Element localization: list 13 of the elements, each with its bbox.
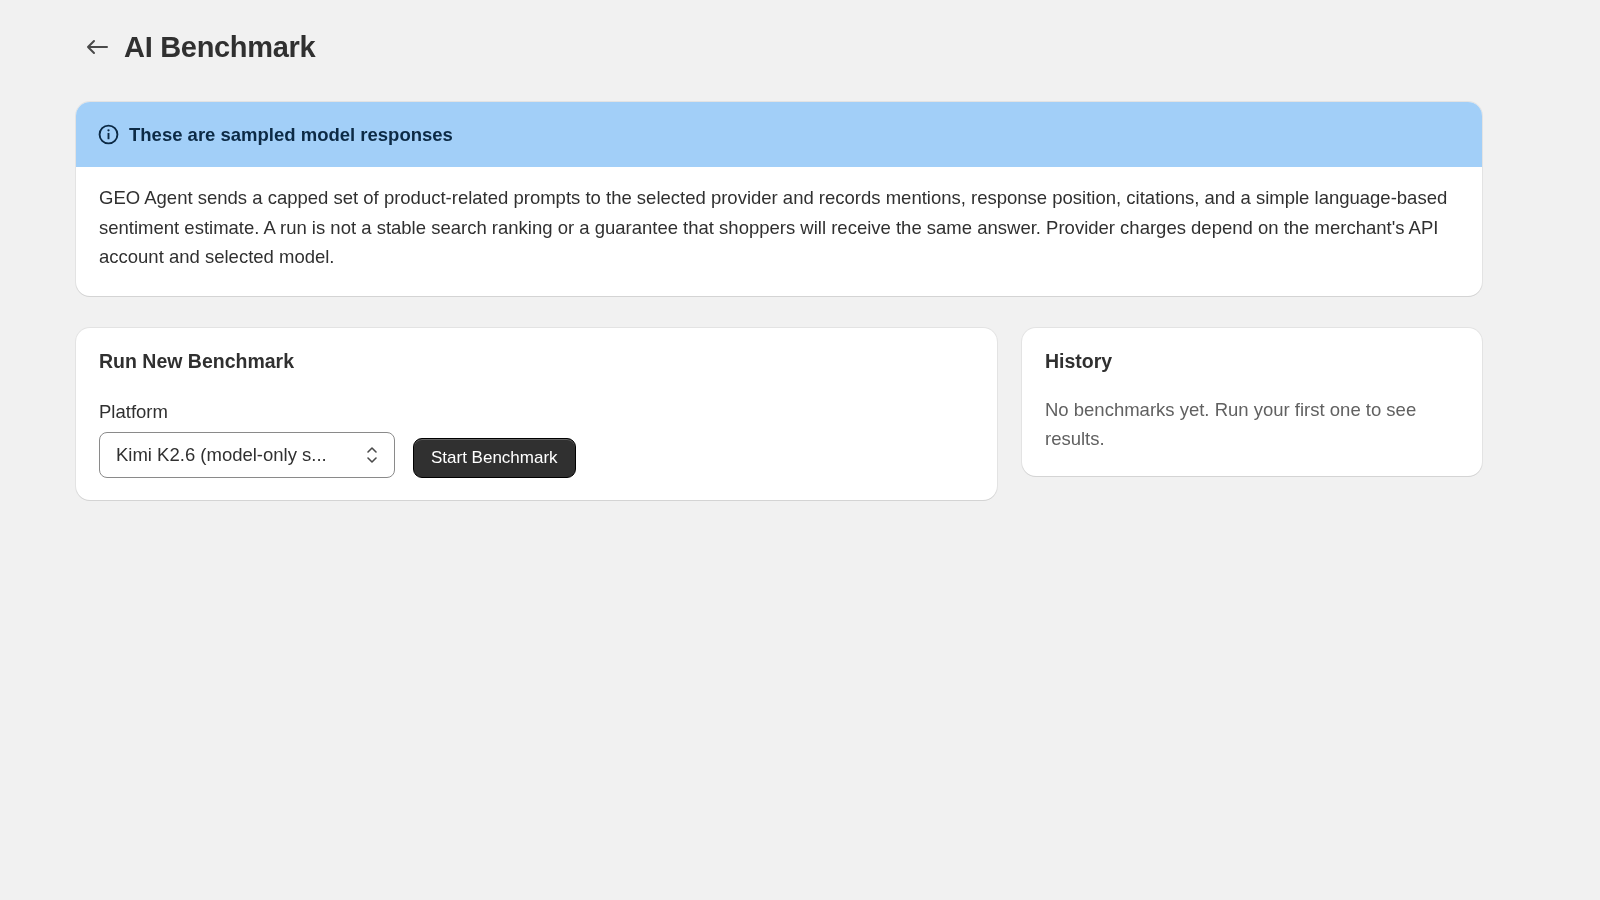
back-arrow-icon [86,39,108,55]
page-title: AI Benchmark [124,30,316,64]
chevron-up-down-icon [366,445,378,464]
start-benchmark-button[interactable]: Start Benchmark [413,437,576,478]
notice-text: GEO Agent sends a capped set of product-related prompts to the selected provider and records mentions, response position, citations, and a simple language-based sentiment estimate. A run is not a stable search ranking or a guarantee that shoppers will receive the same answer. Provider charges depend on the merchant's API account and selected model. [98,186,1449,269]
platform-select[interactable]: Kimi K2.6 (model-only s... [99,431,395,478]
notice-title: These are sampled model responses [129,123,453,146]
info-icon [98,124,119,145]
field-label: Platform [99,400,169,423]
empty-state-text: No benchmarks yet. Run your first one to see results. [1045,397,1418,451]
card-title: Run New Benchmark [99,349,296,373]
back-button[interactable] [84,37,110,57]
card-title: History [1045,349,1114,373]
